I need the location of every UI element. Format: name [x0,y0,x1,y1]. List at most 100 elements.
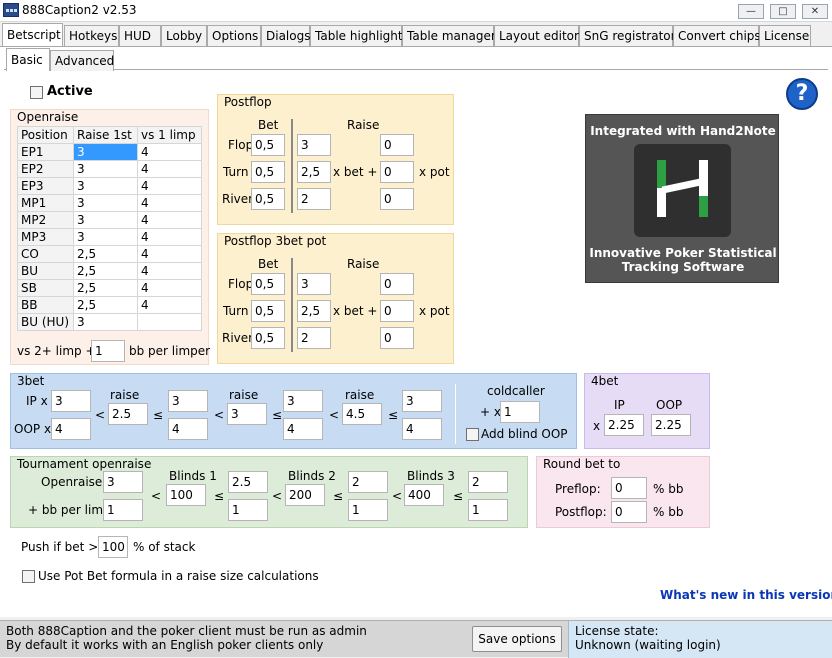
limp-bb-input[interactable]: 1 [91,340,125,362]
raise-cell[interactable]: 2,5 [73,262,138,280]
raise-cell[interactable]: 3 [73,194,138,212]
save-options-button[interactable]: Save options [472,626,562,652]
turn-3bet-bet-input[interactable]: 0,5 [251,300,285,322]
raise-1-ip-input[interactable]: 3 [168,390,208,412]
raise-cell[interactable]: 3 [73,211,138,229]
add-blind-oop-checkbox[interactable] [466,428,479,441]
blinds-2-level-input[interactable]: 200 [285,484,325,506]
threebet-oop-input[interactable]: 4 [51,418,91,440]
river-3bet-bet-input[interactable]: 0,5 [251,327,285,349]
raise-cell-selected[interactable]: 3 [73,143,138,161]
tab-license[interactable]: License [759,25,811,46]
raise-cell[interactable]: 3 [73,313,138,331]
active-checkbox[interactable] [30,86,43,99]
limp-cell[interactable]: 4 [137,245,202,263]
fourbet-ip-input[interactable]: 2.25 [604,414,644,436]
raise-cell[interactable]: 3 [73,228,138,246]
tab-hud[interactable]: HUD [119,25,161,46]
limp-cell[interactable]: 4 [137,194,202,212]
blinds-1-level-input[interactable]: 100 [166,484,206,506]
tourn-openraise-input[interactable]: 3 [103,471,143,493]
tab-lobby[interactable]: Lobby [161,25,207,46]
round-preflop-input[interactable]: 0 [611,477,647,499]
close-icon[interactable]: ✕ [802,4,828,19]
tab-layout-editor[interactable]: Layout editor [494,25,579,46]
coldcaller-input[interactable]: 1 [500,401,540,423]
blinds-3-limp-input[interactable]: 1 [468,499,508,521]
table-row[interactable]: EP1 3 4 [17,143,202,161]
flop-raise-input[interactable]: 3 [297,134,331,156]
flop-3bet-pot-input[interactable]: 0 [380,273,414,295]
tab-advanced[interactable]: Advanced [50,50,114,71]
raise-1-oop-input[interactable]: 4 [168,418,208,440]
limp-cell[interactable]: 4 [137,296,202,314]
tab-betscript[interactable]: Betscript [2,23,63,46]
table-row[interactable]: MP2 3 4 [17,211,202,229]
turn-3bet-raise-input[interactable]: 2,5 [297,300,331,322]
river-pot-input[interactable]: 0 [380,188,414,210]
raise-cell[interactable]: 2,5 [73,296,138,314]
flop-bet-input[interactable]: 0,5 [251,134,285,156]
raise-3-input[interactable]: 4.5 [342,403,382,425]
raise-3-ip-input[interactable]: 3 [402,390,442,412]
table-row[interactable]: BB 2,5 4 [17,296,202,314]
raise-cell[interactable]: 2,5 [73,279,138,297]
river-bet-input[interactable]: 0,5 [251,188,285,210]
raise-3-oop-input[interactable]: 4 [402,418,442,440]
tab-basic[interactable]: Basic [6,48,50,71]
flop-3bet-raise-input[interactable]: 3 [297,273,331,295]
table-row[interactable]: EP3 3 4 [17,177,202,195]
potbet-checkbox[interactable] [22,570,35,583]
limp-cell[interactable]: 4 [137,211,202,229]
maximize-icon[interactable]: □ [770,4,796,19]
hand2note-promo[interactable]: Integrated with Hand2Note Innovative Pok… [585,114,779,283]
blinds-3-value-input[interactable]: 2 [468,471,508,493]
table-row[interactable]: BU 2,5 4 [17,262,202,280]
raise-2-ip-input[interactable]: 3 [283,390,323,412]
turn-raise-input[interactable]: 2,5 [297,161,331,183]
tourn-perlimp-input[interactable]: 1 [103,499,143,521]
tab-hotkeys[interactable]: Hotkeys [64,25,119,46]
river-raise-input[interactable]: 2 [297,188,331,210]
fourbet-oop-input[interactable]: 2.25 [651,414,691,436]
turn-bet-input[interactable]: 0,5 [251,161,285,183]
tab-convert-chips[interactable]: Convert chips [673,25,761,46]
tab-dialogs[interactable]: Dialogs [261,25,310,46]
blinds-1-limp-input[interactable]: 1 [228,499,268,521]
limp-cell[interactable]: 4 [137,228,202,246]
blinds-2-limp-input[interactable]: 1 [348,499,388,521]
raise-1-input[interactable]: 2.5 [108,403,148,425]
limp-cell[interactable] [137,313,202,331]
turn-3bet-pot-input[interactable]: 0 [380,300,414,322]
raise-cell[interactable]: 3 [73,160,138,178]
blinds-1-value-input[interactable]: 2.5 [228,471,268,493]
tab-table-highlight[interactable]: Table highlight [310,25,403,46]
tab-sng-registrator[interactable]: SnG registrator [579,25,676,46]
table-row[interactable]: MP3 3 4 [17,228,202,246]
river-3bet-pot-input[interactable]: 0 [380,327,414,349]
table-row[interactable]: EP2 3 4 [17,160,202,178]
table-row[interactable]: SB 2,5 4 [17,279,202,297]
raise-2-oop-input[interactable]: 4 [283,418,323,440]
table-row[interactable]: MP1 3 4 [17,194,202,212]
table-row[interactable]: BU (HU) 3 [17,313,202,331]
limp-cell[interactable]: 4 [137,177,202,195]
raise-cell[interactable]: 3 [73,177,138,195]
blinds-2-value-input[interactable]: 2 [348,471,388,493]
flop-pot-input[interactable]: 0 [380,134,414,156]
limp-cell[interactable]: 4 [137,279,202,297]
push-stack-input[interactable]: 100 [98,536,128,558]
limp-cell[interactable]: 4 [137,160,202,178]
raise-cell[interactable]: 2,5 [73,245,138,263]
turn-pot-input[interactable]: 0 [380,161,414,183]
tab-table-manager[interactable]: Table manager [402,25,496,46]
blinds-3-level-input[interactable]: 400 [404,484,444,506]
table-row[interactable]: CO 2,5 4 [17,245,202,263]
round-postflop-input[interactable]: 0 [611,501,647,523]
raise-2-input[interactable]: 3 [227,403,267,425]
minimize-icon[interactable]: — [738,4,764,19]
threebet-ip-input[interactable]: 3 [51,390,91,412]
limp-cell[interactable]: 4 [137,143,202,161]
whats-new-link[interactable]: What's new in this version [660,588,832,602]
help-icon[interactable]: ? [786,78,818,110]
